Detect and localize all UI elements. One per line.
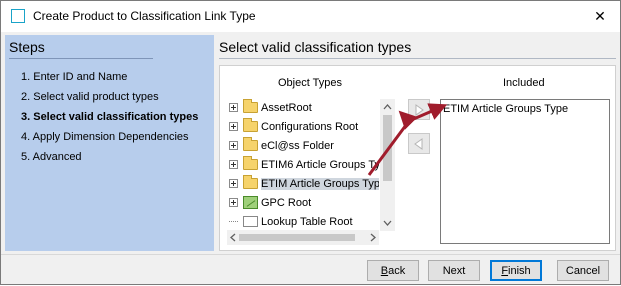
next-button[interactable]: Next	[428, 260, 480, 281]
tree-item-assetroot[interactable]: AssetRoot	[227, 99, 379, 116]
tree-item-label: Configurations Root	[261, 120, 359, 133]
tree-vertical-scrollbar[interactable]	[380, 99, 395, 231]
step-item-3-active: 3. Select valid classification types	[21, 111, 199, 123]
title-bar: Create Product to Classification Link Ty…	[1, 1, 620, 32]
steps-divider	[9, 58, 153, 59]
arrow-left-icon	[414, 137, 423, 150]
arrow-right-icon	[415, 103, 424, 116]
close-icon: ✕	[594, 8, 606, 24]
folder-icon	[243, 137, 258, 151]
object-types-header: Object Types	[278, 77, 342, 89]
tree-item-configurations-root[interactable]: Configurations Root	[227, 118, 379, 135]
footer-divider	[1, 254, 620, 255]
dialog-window: Create Product to Classification Link Ty…	[0, 0, 621, 285]
tree-item-eclass-folder[interactable]: eCl@ss Folder	[227, 137, 379, 154]
scrollbar-thumb[interactable]	[383, 115, 392, 181]
back-button[interactable]: Back	[367, 260, 419, 281]
steps-heading: Steps	[9, 39, 45, 55]
tree-item-etim6-article-groups-type[interactable]: ETIM6 Article Groups Type	[227, 156, 379, 173]
tree-item-gpc-root[interactable]: GPC Root	[227, 194, 379, 211]
tree-item-label: Lookup Table Root	[261, 215, 353, 228]
steps-list: 1. Enter ID and Name 2. Select valid pro…	[21, 69, 198, 169]
title-divider	[219, 58, 616, 59]
add-to-included-button[interactable]	[408, 99, 430, 120]
tree-item-lookup-table-root[interactable]: Lookup Table Root	[227, 213, 379, 230]
included-list[interactable]: ETIM Article Groups Type	[440, 99, 610, 244]
tree-item-etim-article-groups-type[interactable]: ETIM Article Groups Type	[227, 175, 379, 192]
expand-icon[interactable]	[229, 198, 238, 207]
tree-item-label: AssetRoot	[261, 101, 312, 114]
included-header: Included	[503, 77, 545, 89]
tree-item-label: eCl@ss Folder	[261, 139, 334, 152]
folder-icon	[243, 118, 258, 132]
scroll-up-icon[interactable]	[380, 100, 395, 114]
scroll-down-icon[interactable]	[380, 216, 395, 230]
included-item[interactable]: ETIM Article Groups Type	[443, 103, 568, 115]
folder-icon	[243, 175, 258, 189]
page-title: Select valid classification types	[219, 39, 412, 55]
tree-connector	[229, 221, 238, 222]
object-types-tree[interactable]: AssetRoot Configurations Root eCl@ss Fol…	[227, 99, 379, 244]
tree-item-label: ETIM Article Groups Type	[261, 177, 379, 190]
steps-pane: Steps 1. Enter ID and Name 2. Select val…	[5, 35, 214, 251]
app-icon	[11, 9, 25, 23]
scroll-left-icon[interactable]	[227, 230, 239, 245]
scrollbar-thumb[interactable]	[239, 234, 355, 241]
step-item-5: 5. Advanced	[21, 151, 82, 163]
close-button[interactable]: ✕	[580, 1, 620, 32]
tree-item-label: GPC Root	[261, 196, 312, 209]
gpc-icon	[243, 196, 258, 209]
cancel-button[interactable]: Cancel	[557, 260, 609, 281]
expand-icon[interactable]	[229, 103, 238, 112]
lookup-table-icon	[243, 216, 258, 227]
finish-button[interactable]: Finish	[490, 260, 542, 281]
expand-icon[interactable]	[229, 122, 238, 131]
scroll-right-icon[interactable]	[367, 230, 379, 245]
tree-item-label: ETIM6 Article Groups Type	[261, 158, 379, 171]
expand-icon[interactable]	[229, 160, 238, 169]
remove-from-included-button[interactable]	[408, 133, 430, 154]
expand-icon[interactable]	[229, 179, 238, 188]
expand-icon[interactable]	[229, 141, 238, 150]
step-item-4: 4. Apply Dimension Dependencies	[21, 131, 189, 143]
window-title: Create Product to Classification Link Ty…	[33, 9, 256, 23]
folder-icon	[243, 156, 258, 170]
step-item-2: 2. Select valid product types	[21, 91, 159, 103]
folder-icon	[243, 99, 258, 113]
step-item-1: 1. Enter ID and Name	[21, 71, 128, 83]
tree-horizontal-scrollbar[interactable]	[227, 230, 379, 245]
